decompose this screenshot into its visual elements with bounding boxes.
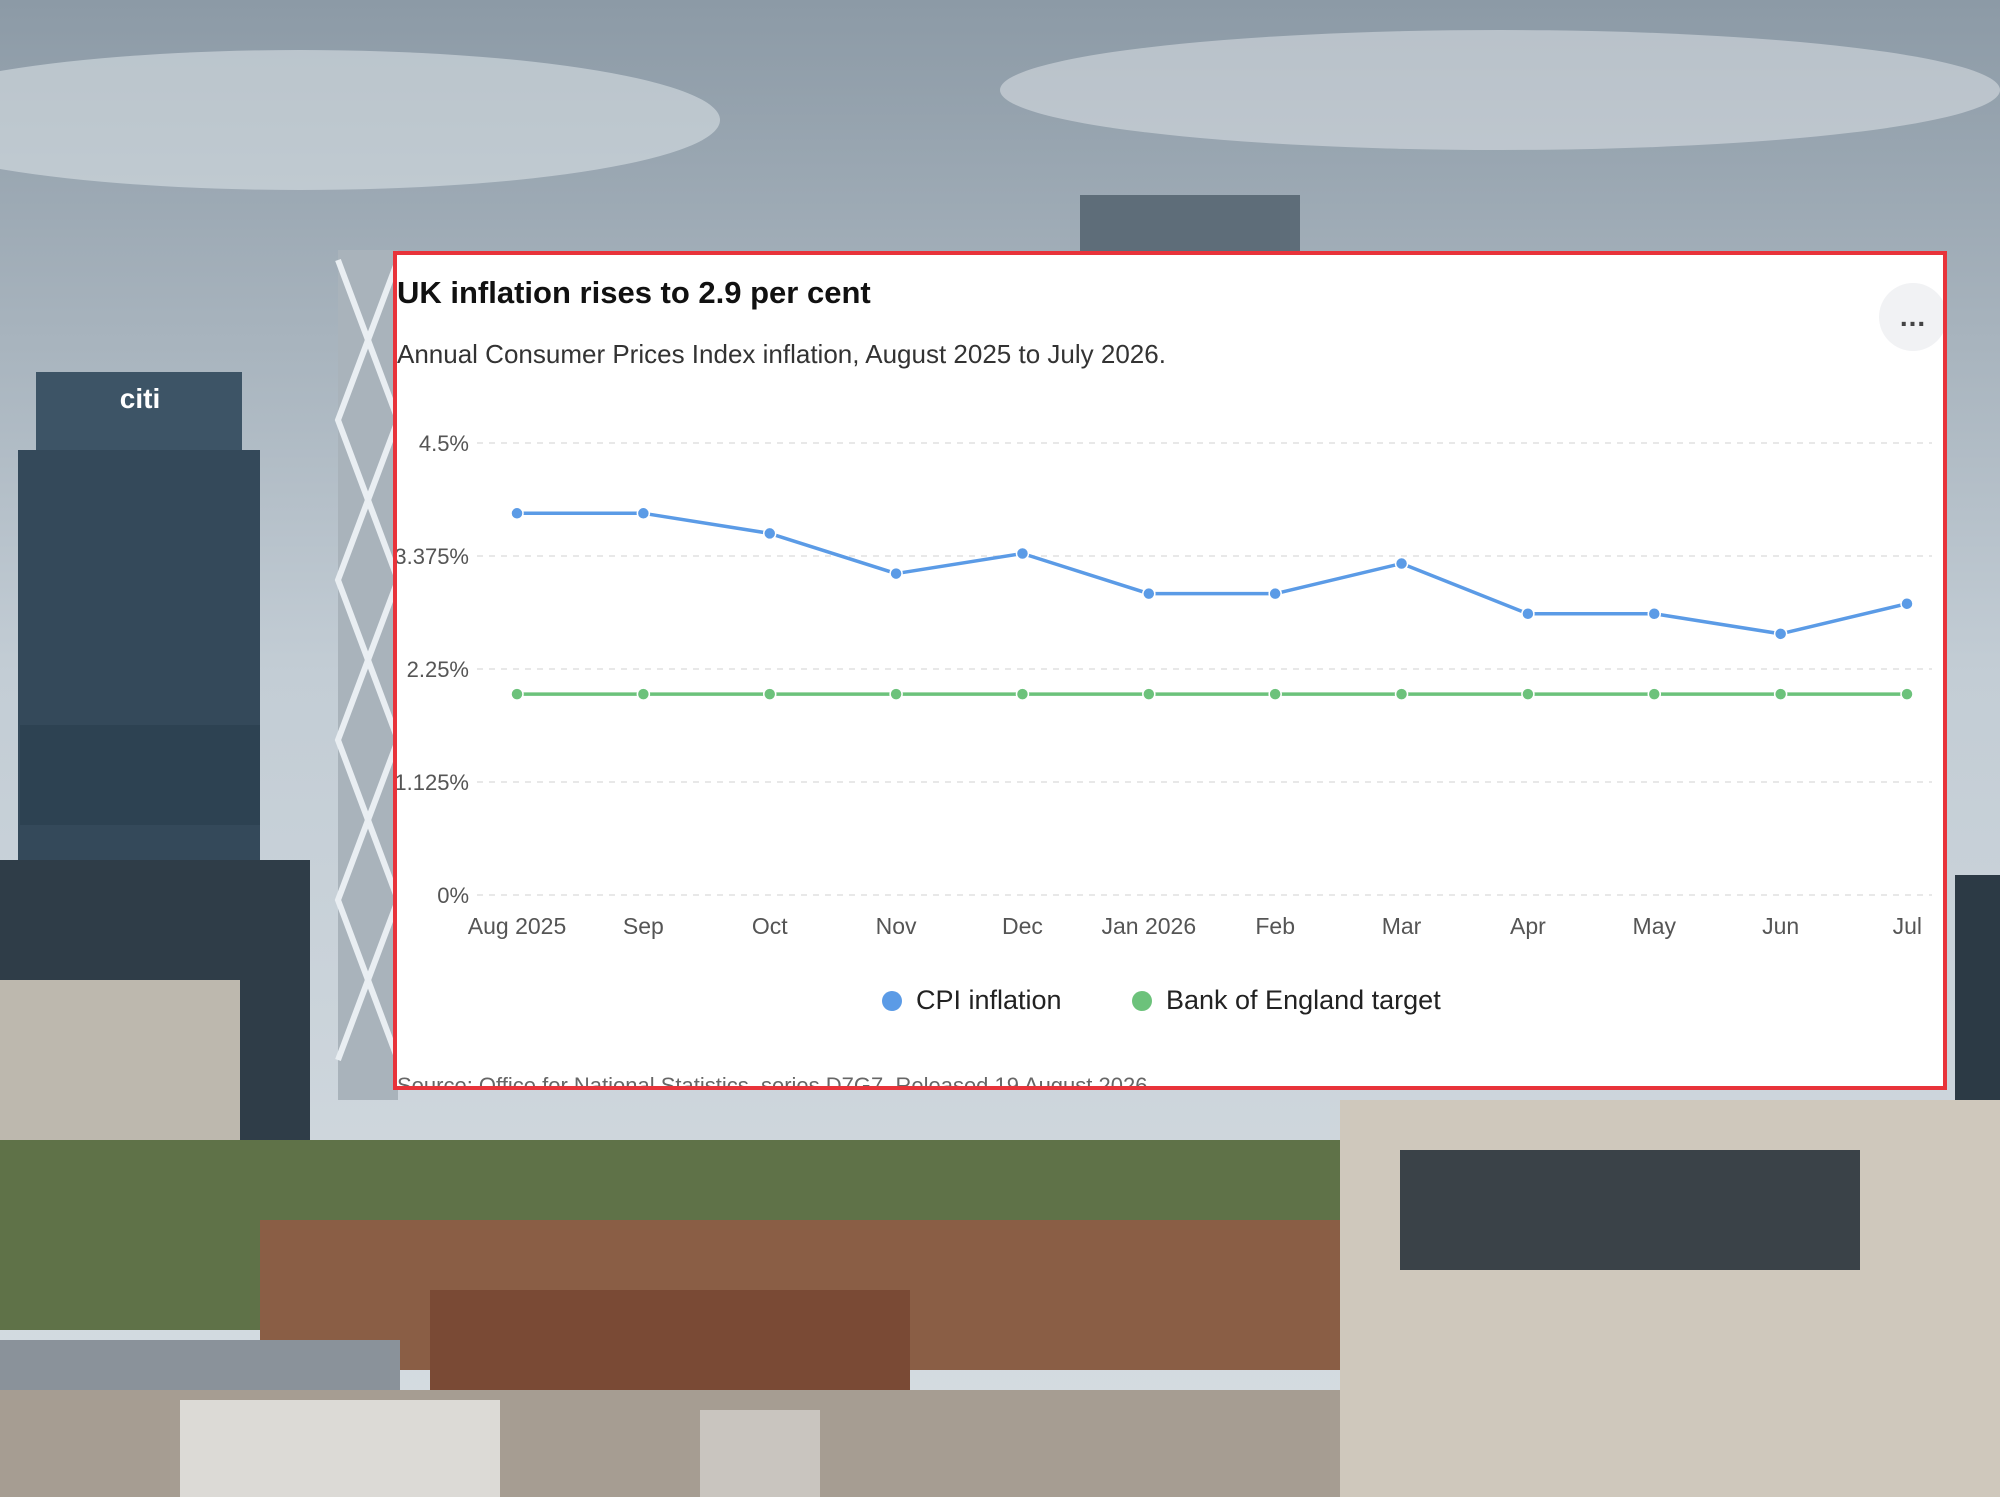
legend-marker: [882, 991, 902, 1011]
data-point: [889, 687, 903, 701]
data-point: [1900, 687, 1914, 701]
y-tick-label: 4.5%: [419, 431, 469, 456]
chart-card: UK inflation rises to 2.9 per cent Annua…: [393, 251, 1947, 1090]
data-point: [1268, 586, 1282, 601]
data-point: [1900, 596, 1914, 611]
data-point: [889, 566, 903, 581]
legend-marker: [1132, 991, 1152, 1011]
chart-source-note: Source: Office for National Statistics, …: [397, 1073, 1154, 1090]
x-tick-label: Jun: [1762, 913, 1799, 939]
data-point: [1773, 627, 1788, 641]
data-point: [1015, 546, 1030, 561]
data-point: [762, 687, 777, 701]
data-point: [1142, 687, 1156, 701]
data-point: [762, 526, 777, 541]
data-point: [510, 687, 524, 701]
data-point: [1647, 607, 1662, 621]
x-tick-label: Sep: [623, 913, 664, 939]
x-tick-label: Jan 2026: [1101, 913, 1196, 939]
line-chart: 0% 1.125% 2.25% 3.375% 4.5% Aug 2025 Sep Oct Nov…: [397, 431, 1932, 1015]
x-tick-label: Aug 2025: [468, 913, 566, 939]
data-point: [1394, 556, 1409, 571]
x-tick-label: Apr: [1510, 913, 1546, 939]
x-tick-label: May: [1633, 913, 1677, 939]
data-point: [636, 506, 651, 521]
data-point: [1394, 687, 1409, 701]
data-point: [636, 687, 651, 701]
svg-text:citi: citi: [120, 383, 160, 414]
data-point: [1521, 607, 1535, 621]
data-point: [1268, 687, 1282, 701]
x-tick-label: Nov: [876, 913, 917, 939]
data-point: [1773, 687, 1788, 701]
x-tick-label: Dec: [1002, 913, 1043, 939]
y-tick-label: 2.25%: [407, 657, 469, 682]
data-point: [1015, 687, 1030, 701]
series-line-1: [517, 511, 1908, 636]
data-point: [1142, 586, 1156, 601]
legend-label: Bank of England target: [1166, 985, 1441, 1015]
x-tick-label: Oct: [752, 913, 788, 939]
data-point: [1647, 687, 1662, 701]
data-point: [510, 506, 524, 521]
y-tick-label: 3.375%: [397, 544, 469, 569]
x-tick-label: Feb: [1255, 913, 1295, 939]
legend-label: CPI inflation: [916, 985, 1062, 1015]
x-tick-label: Jul: [1893, 913, 1922, 939]
x-tick-label: Mar: [1382, 913, 1422, 939]
data-point: [1521, 687, 1535, 701]
y-tick-label: 0%: [437, 883, 469, 908]
y-tick-label: 1.125%: [397, 770, 469, 795]
